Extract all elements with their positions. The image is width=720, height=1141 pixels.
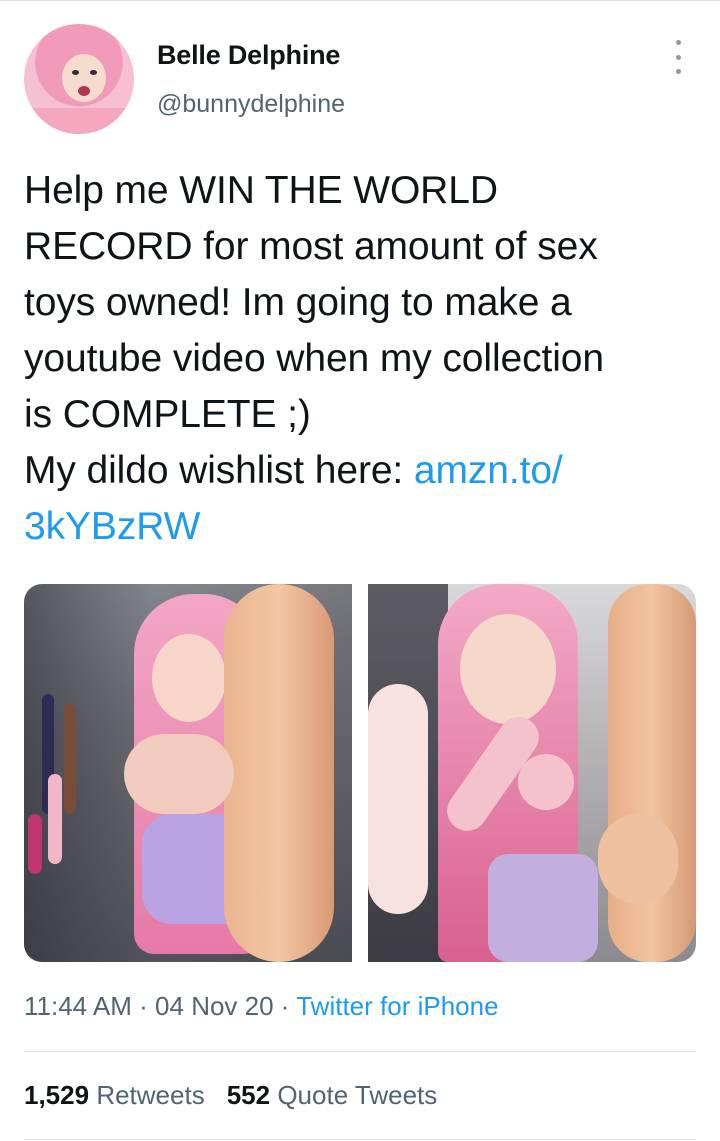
media-photo-1[interactable]	[24, 584, 352, 962]
more-vertical-icon[interactable]	[666, 40, 690, 74]
retweets-count: 1,529	[24, 1080, 90, 1110]
meta-separator: ·	[273, 991, 297, 1021]
quote-tweets-label: Quote Tweets	[277, 1080, 438, 1110]
retweets-stat[interactable]: 1,529 Retweets	[24, 1080, 205, 1110]
quote-tweets-count: 552	[226, 1080, 271, 1110]
tweet-text: Help me WIN THE WORLD RECORD for most am…	[24, 163, 696, 555]
divider	[24, 1139, 696, 1140]
quote-tweets-stat[interactable]: 552 Quote Tweets	[227, 1080, 438, 1110]
tweet-date: 04 Nov 20	[155, 991, 274, 1021]
tweet-time: 11:44 AM	[24, 991, 132, 1021]
meta-separator: ·	[131, 991, 156, 1021]
divider	[24, 1051, 696, 1052]
top-divider	[0, 0, 720, 1]
retweets-label: Retweets	[96, 1080, 205, 1110]
author-name[interactable]: Belle Delphine	[157, 40, 340, 71]
tweet-source-link[interactable]: Twitter for iPhone	[296, 991, 498, 1021]
tweet-body: Help me WIN THE WORLD RECORD for most am…	[24, 169, 604, 492]
avatar[interactable]	[24, 24, 134, 134]
author-handle[interactable]: @bunnydelphine	[157, 90, 345, 119]
tweet-media[interactable]	[24, 584, 696, 962]
media-photo-2[interactable]	[368, 584, 696, 962]
tweet-detail: Belle Delphine @bunnydelphine Help me WI…	[0, 0, 720, 1141]
tweet-stats: 1,529 Retweets 552 Quote Tweets	[24, 1080, 437, 1111]
tweet-meta: 11:44 AM · 04 Nov 20 · Twitter for iPhon…	[24, 991, 499, 1022]
